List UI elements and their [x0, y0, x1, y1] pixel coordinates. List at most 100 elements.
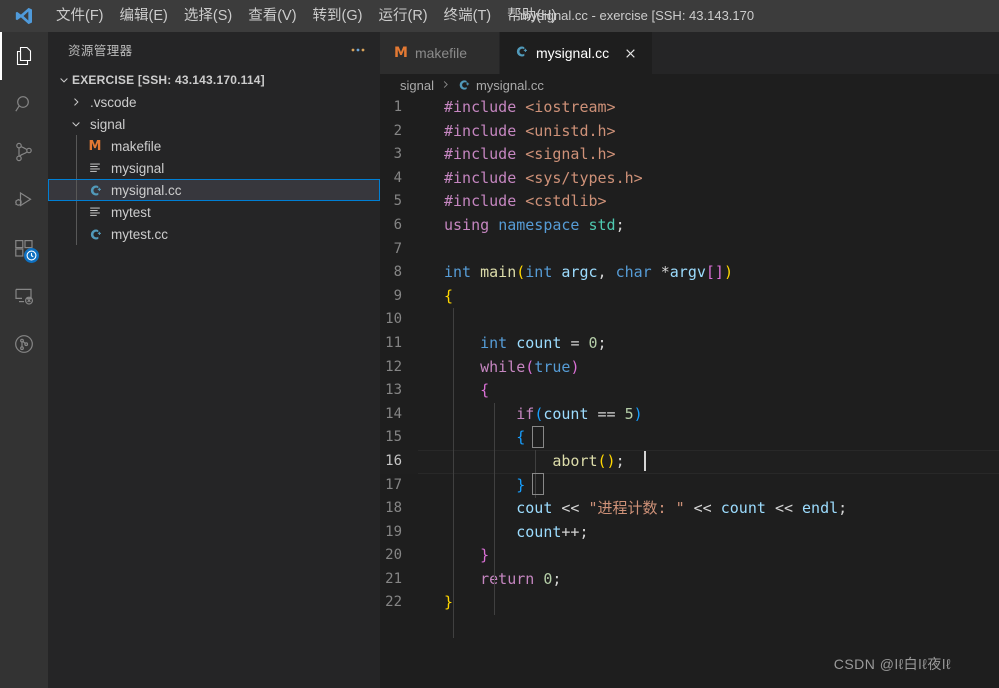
explorer-header: 资源管理器	[48, 32, 380, 67]
activity-remote-explorer[interactable]	[0, 272, 48, 320]
menu-go[interactable]: 转到(G)	[305, 0, 371, 32]
code-line[interactable]: 6 using namespace std;	[380, 214, 999, 238]
ellipsis-icon[interactable]	[344, 39, 372, 61]
breadcrumb-item-mysignal-cc[interactable]: mysignal.cc	[457, 78, 544, 93]
tree-item-mysignal-cc[interactable]: mysignal.cc	[48, 179, 380, 201]
code-line[interactable]: 16 abort();	[380, 449, 999, 474]
code-line[interactable]: 9{	[380, 285, 999, 309]
menu-file[interactable]: 文件(F)	[48, 0, 112, 32]
code-line[interactable]: 10	[380, 308, 999, 332]
code-line[interactable]: 1 #include <iostream>	[380, 96, 999, 120]
code-line[interactable]: 12 while(true)	[380, 356, 999, 380]
source-control-icon	[12, 140, 36, 164]
activity-extensions[interactable]	[0, 224, 48, 272]
code-token: (	[525, 357, 535, 376]
line-number: 14	[385, 405, 402, 422]
code-line[interactable]: 20 }	[380, 544, 999, 568]
line-text: using namespace std;	[422, 214, 625, 238]
code-line[interactable]: 22}	[380, 591, 999, 615]
activity-testing[interactable]	[0, 320, 48, 368]
code-line[interactable]: 11 int count = 0;	[380, 332, 999, 356]
code-token: int	[444, 263, 481, 282]
code-token: cout	[516, 499, 562, 518]
tree-item-signal[interactable]: signal	[48, 113, 380, 135]
code-line[interactable]: 17 }	[380, 474, 999, 498]
code-token: <sys/types.h>	[525, 168, 643, 187]
code-line[interactable]: 4 #include <sys/types.h>	[380, 167, 999, 191]
indent-guide	[76, 179, 77, 201]
code-line[interactable]: 13 {	[380, 379, 999, 403]
activity-bar	[0, 32, 48, 688]
code-token: namespace	[498, 215, 589, 234]
code-line[interactable]: 18 cout << "进程计数: " << count << endl;	[380, 497, 999, 521]
code-line[interactable]: 14 if(count == 5)	[380, 403, 999, 427]
code-line[interactable]: 15 {	[380, 426, 999, 450]
binary-icon	[84, 205, 106, 219]
tab-makefile[interactable]: M makefile	[380, 32, 500, 74]
tree-item-mysignal[interactable]: mysignal	[48, 157, 380, 179]
code-line[interactable]: 21 return 0;	[380, 568, 999, 592]
tab-mysignal-cc[interactable]: mysignal.cc	[500, 32, 654, 74]
code-line[interactable]: 19 count++;	[380, 521, 999, 545]
code-line[interactable]: 8 int main(int argc, char *argv[])	[380, 261, 999, 285]
files-icon	[12, 44, 36, 68]
tree-item-mytest[interactable]: mytest	[48, 201, 380, 223]
cpp-icon	[457, 78, 471, 92]
menu-run[interactable]: 运行(R)	[370, 0, 435, 32]
code-editor[interactable]: 1 #include <iostream> 2 #include <unistd.h>…	[380, 96, 999, 688]
line-text: #include <sys/types.h>	[422, 167, 643, 191]
close-icon[interactable]	[620, 43, 640, 63]
line-number: 19	[385, 523, 402, 540]
code-token: argv	[669, 263, 706, 282]
cpp-icon	[84, 183, 106, 198]
code-line[interactable]: 7	[380, 238, 999, 262]
menu-selection[interactable]: 选择(S)	[176, 0, 240, 32]
line-number: 21	[385, 570, 402, 587]
menu-help[interactable]: 帮助(H)	[499, 0, 564, 32]
tab-label: mysignal.cc	[536, 45, 610, 61]
line-text: {	[422, 285, 453, 309]
code-token: ==	[597, 404, 625, 423]
code-token: ;	[838, 499, 848, 518]
code-token: <<	[561, 499, 589, 518]
activity-run-and-debug[interactable]	[0, 176, 48, 224]
cpp-icon	[514, 44, 529, 62]
tree-item-vscode[interactable]: .vscode	[48, 91, 380, 113]
code-token: std	[588, 215, 616, 234]
vscode-window: 文件(F) 编辑(E) 选择(S) 查看(V) 转到(G) 运行(R) 终端(T…	[0, 0, 999, 688]
binary-icon	[84, 161, 106, 175]
menu-view[interactable]: 查看(V)	[240, 0, 304, 32]
code-token: endl	[802, 499, 839, 518]
line-text: }	[422, 544, 489, 568]
line-number: 3	[393, 146, 402, 163]
activity-source-control[interactable]	[0, 128, 48, 176]
line-text: if(count == 5)	[422, 403, 642, 427]
line-number: 4	[393, 169, 402, 186]
activity-search[interactable]	[0, 80, 48, 128]
menu-bar: 文件(F) 编辑(E) 选择(S) 查看(V) 转到(G) 运行(R) 终端(T…	[48, 0, 564, 32]
tree-item-makefile[interactable]: M makefile	[48, 135, 380, 157]
line-number: 20	[385, 547, 402, 564]
chevron-right-icon	[68, 91, 84, 113]
code-line[interactable]: 2 #include <unistd.h>	[380, 120, 999, 144]
code-token: "进程计数: "	[588, 499, 685, 518]
breadcrumb-item-signal[interactable]: signal	[400, 78, 434, 93]
code-line[interactable]: 5 #include <cstdlib>	[380, 190, 999, 214]
makefile-icon: M	[394, 45, 408, 61]
menu-edit[interactable]: 编辑(E)	[112, 0, 176, 32]
code-token: (	[516, 263, 526, 282]
line-text: }	[422, 474, 525, 498]
menu-terminal[interactable]: 终端(T)	[436, 0, 500, 32]
code-token: count	[516, 522, 562, 541]
activity-explorer[interactable]	[0, 32, 48, 80]
code-token: }	[480, 546, 490, 565]
line-number: 9	[393, 287, 402, 304]
tree-item-mytest-cc[interactable]: mytest.cc	[48, 223, 380, 245]
line-number: 22	[385, 594, 402, 611]
tree-root-exercise[interactable]: EXERCISE [SSH: 43.143.170.114]	[48, 69, 380, 91]
tree-item-label: mysignal.cc	[111, 182, 182, 198]
code-line[interactable]: 3 #include <signal.h>	[380, 143, 999, 167]
code-token: #include	[444, 98, 526, 116]
